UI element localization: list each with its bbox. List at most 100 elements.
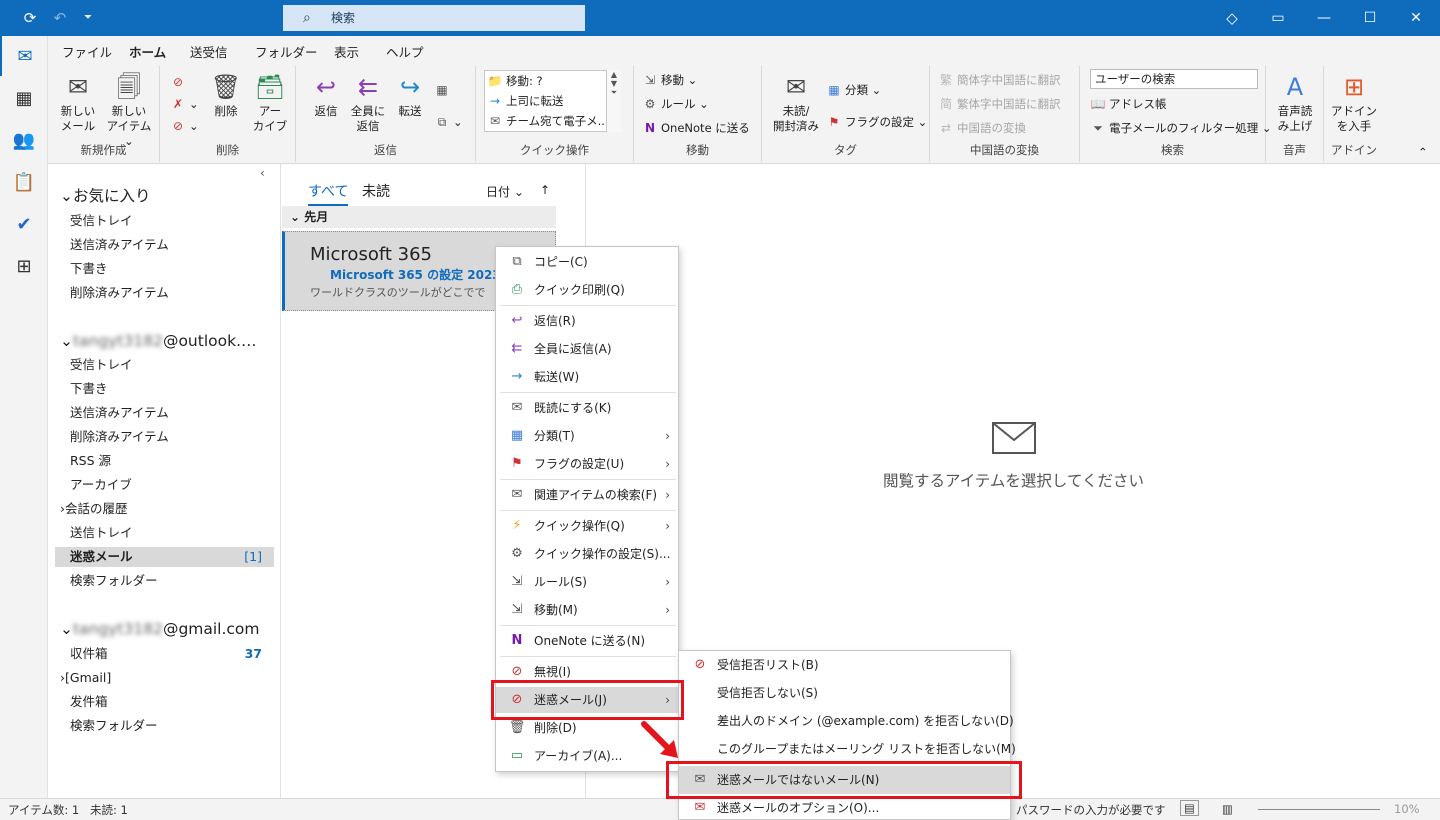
cleanup-icon[interactable]: ✗ ⌄ bbox=[170, 94, 199, 114]
outlook-search-folders[interactable]: 検索フォルダー bbox=[70, 571, 274, 591]
outlook-sent[interactable]: 送信済みアイテム bbox=[70, 403, 274, 423]
ignore-icon[interactable]: ⊘ bbox=[170, 72, 189, 92]
outlook-archive[interactable]: アーカイブ bbox=[70, 475, 274, 495]
gmail-account-header[interactable]: ⌄tangyt3182@gmail.com bbox=[60, 620, 260, 638]
sync-icon[interactable]: ⟳ bbox=[20, 8, 40, 28]
outlook-drafts[interactable]: 下書き bbox=[70, 379, 274, 399]
people-icon[interactable]: 👥 bbox=[0, 120, 48, 160]
tab-view[interactable]: 表示 bbox=[334, 42, 359, 61]
rules-button[interactable]: ⚙ ルール ⌄ bbox=[642, 94, 709, 114]
ribbon-display-button[interactable]: ▭ bbox=[1255, 0, 1301, 36]
sub-never-block-group[interactable]: このグループまたはメーリング リストを拒否しない(M) bbox=[679, 735, 1016, 763]
quick-step-forward-boss[interactable]: → 上司に転送 bbox=[487, 91, 564, 111]
translate-simplified-button[interactable]: 繁簡体字中国語に翻訳 bbox=[938, 70, 1061, 90]
chinese-conversion-button[interactable]: ⇄ 中国語の変換 bbox=[938, 118, 1026, 138]
mail-icon[interactable]: ✉ bbox=[0, 36, 48, 76]
outlook-rss[interactable]: RSS 源 bbox=[70, 451, 274, 471]
outlook-inbox[interactable]: 受信トレイ bbox=[70, 355, 274, 375]
ctx-quick-print[interactable]: ⎙ クイック印刷(Q) bbox=[496, 277, 678, 303]
gmail-search-folders[interactable]: 検索フォルダー bbox=[70, 716, 274, 736]
sort-direction-icon[interactable]: ↑ bbox=[540, 183, 550, 197]
address-book-button[interactable]: 📖 アドレス帳 bbox=[1090, 94, 1167, 114]
sub-never-block-domain[interactable]: 差出人のドメイン (@example.com) を拒否しない(D) bbox=[679, 707, 1014, 735]
archive-button[interactable]: 🗃 アー カイブ bbox=[250, 72, 290, 134]
outlook-outbox[interactable]: 送信トレイ bbox=[70, 523, 274, 543]
onenote-button[interactable]: N OneNote に送る bbox=[642, 118, 750, 138]
fav-inbox[interactable]: 受信トレイ bbox=[70, 211, 274, 231]
more-respond-icon[interactable]: ⧉ ⌄ bbox=[434, 112, 463, 132]
ctx-find-related[interactable]: ✉ 関連アイテムの検索(F) › bbox=[496, 482, 678, 508]
read-aloud-button[interactable]: A 音声読 み上げ bbox=[1272, 72, 1318, 134]
sub-never-block-sender[interactable]: 受信拒否しない(S) bbox=[679, 679, 1010, 707]
junk-icon[interactable]: ⊘ ⌄ bbox=[170, 116, 199, 136]
ctx-categorize[interactable]: ▦ 分類(T) › bbox=[496, 423, 678, 449]
zoom-slider[interactable] bbox=[1258, 809, 1380, 810]
collapse-ribbon-icon[interactable]: ⌃ bbox=[1418, 142, 1428, 162]
tasks-icon[interactable]: 📋 bbox=[0, 162, 48, 202]
todo-icon[interactable]: ✔ bbox=[0, 204, 48, 244]
calendar-icon[interactable]: ▦ bbox=[0, 78, 48, 118]
ctx-follow-up[interactable]: ⚑ フラグの設定(U) › bbox=[496, 451, 678, 477]
ctx-reply[interactable]: ↩ 返信(R) bbox=[496, 308, 678, 334]
filter-all[interactable]: すべて bbox=[308, 181, 349, 206]
gmail-folder[interactable]: ›[Gmail] bbox=[60, 668, 264, 688]
outlook-junk[interactable]: 迷惑メール [1] bbox=[55, 547, 274, 567]
follow-up-button[interactable]: ⚑ フラグの設定 ⌄ bbox=[826, 112, 928, 132]
gmail-inbox[interactable]: 収件箱 37 bbox=[70, 644, 274, 664]
reply-all-button[interactable]: ⇇ 全員に 返信 bbox=[348, 72, 388, 134]
ctx-forward[interactable]: → 転送(W) bbox=[496, 364, 678, 390]
tab-help[interactable]: ヘルプ bbox=[386, 42, 424, 61]
filter-email-button[interactable]: ⏷ 電子メールのフィルター処理 ⌄ bbox=[1090, 118, 1271, 138]
tab-folder[interactable]: フォルダー bbox=[255, 42, 318, 61]
sub-not-junk[interactable]: ✉ 迷惑メールではないメール(N) bbox=[679, 766, 1010, 794]
outlook-conversation-history[interactable]: ›会話の履歴 bbox=[60, 499, 264, 519]
ctx-move[interactable]: ⇲ 移動(M) › bbox=[496, 597, 678, 623]
ctx-onenote[interactable]: N OneNote に送る(N) bbox=[496, 628, 678, 654]
delete-button[interactable]: 🗑 削除 bbox=[206, 72, 246, 119]
undo-icon[interactable]: ↶ bbox=[50, 8, 70, 28]
forward-button[interactable]: ↪ 転送 bbox=[390, 72, 430, 119]
ctx-rules[interactable]: ⇲ ルール(S) › bbox=[496, 569, 678, 595]
minimize-button[interactable]: — bbox=[1301, 0, 1347, 36]
status-password[interactable]: パスワードの入力が必要です bbox=[1016, 802, 1166, 818]
ctx-ignore[interactable]: ⊘ 無視(I) bbox=[496, 659, 678, 685]
new-mail-button[interactable]: ✉ 新しい メール bbox=[56, 72, 100, 134]
normal-view-icon[interactable]: ▤ bbox=[1180, 800, 1199, 816]
categorize-button[interactable]: ▦ 分類 ⌄ bbox=[826, 80, 881, 100]
customize-qat-icon[interactable]: ⏷ bbox=[78, 8, 98, 28]
apps-icon[interactable]: ⊞ bbox=[0, 246, 48, 286]
fav-drafts[interactable]: 下書き bbox=[70, 259, 274, 279]
close-button[interactable]: ✕ bbox=[1393, 0, 1439, 36]
outlook-account-header[interactable]: ⌄tangyt3182@outlook.… bbox=[60, 332, 257, 350]
sub-block-sender[interactable]: ⊘ 受信拒否リスト(B) bbox=[679, 651, 1010, 679]
diamond-icon[interactable]: ◇ bbox=[1222, 8, 1242, 28]
unread-read-button[interactable]: ✉ 未読/ 開封済み bbox=[768, 72, 824, 134]
ctx-junk[interactable]: ⊘ 迷惑メール(J) › bbox=[496, 687, 678, 713]
ctx-quick-steps-settings[interactable]: ⚙ クイック操作の設定(S)... bbox=[496, 541, 678, 567]
tab-send-receive[interactable]: 送受信 bbox=[190, 42, 228, 61]
maximize-button[interactable]: ☐ bbox=[1347, 0, 1393, 36]
reply-button[interactable]: ↩ 返信 bbox=[306, 72, 346, 119]
collapse-pane-icon[interactable]: ‹ bbox=[260, 166, 265, 180]
search-input[interactable]: ⌕ 検索 bbox=[283, 5, 585, 31]
sub-junk-options[interactable]: ✉ 迷惑メールのオプション(O)... bbox=[679, 794, 1010, 820]
ctx-reply-all[interactable]: ⇇ 全員に返信(A) bbox=[496, 336, 678, 362]
user-search-input[interactable]: ユーザーの検索 bbox=[1090, 69, 1258, 89]
outlook-deleted[interactable]: 削除済みアイテム bbox=[70, 427, 274, 447]
tab-file[interactable]: ファイル bbox=[62, 42, 112, 61]
quick-steps-gallery[interactable]: 📁 移動: ? → 上司に転送 ✉ チーム宛て電子メ... bbox=[484, 70, 620, 132]
meeting-icon[interactable]: ▦ bbox=[434, 80, 453, 100]
ctx-mark-read[interactable]: ✉ 既読にする(K) bbox=[496, 395, 678, 421]
sort-by-date[interactable]: 日付 ⌄ bbox=[486, 183, 524, 200]
quick-step-team-email[interactable]: ✉ チーム宛て電子メ... bbox=[487, 111, 609, 131]
filter-unread[interactable]: 未読 bbox=[362, 181, 390, 201]
ctx-copy[interactable]: ⧉ コピー(C) bbox=[496, 249, 678, 275]
fav-sent[interactable]: 送信済みアイテム bbox=[70, 235, 274, 255]
translate-traditional-button[interactable]: 简繁体字中国語に翻訳 bbox=[938, 94, 1061, 114]
fav-deleted[interactable]: 削除済みアイテム bbox=[70, 283, 274, 303]
quick-steps-scroll[interactable]: ▲ ▼ ⏷ bbox=[606, 70, 621, 132]
new-item-button[interactable]: 🗐 新しい アイテム ⌄ bbox=[104, 72, 154, 149]
quick-step-move[interactable]: 📁 移動: ? bbox=[487, 71, 543, 91]
zoom-level[interactable]: 10% bbox=[1394, 802, 1420, 816]
get-addins-button[interactable]: ⊞ アドイン を入手 bbox=[1330, 72, 1378, 134]
